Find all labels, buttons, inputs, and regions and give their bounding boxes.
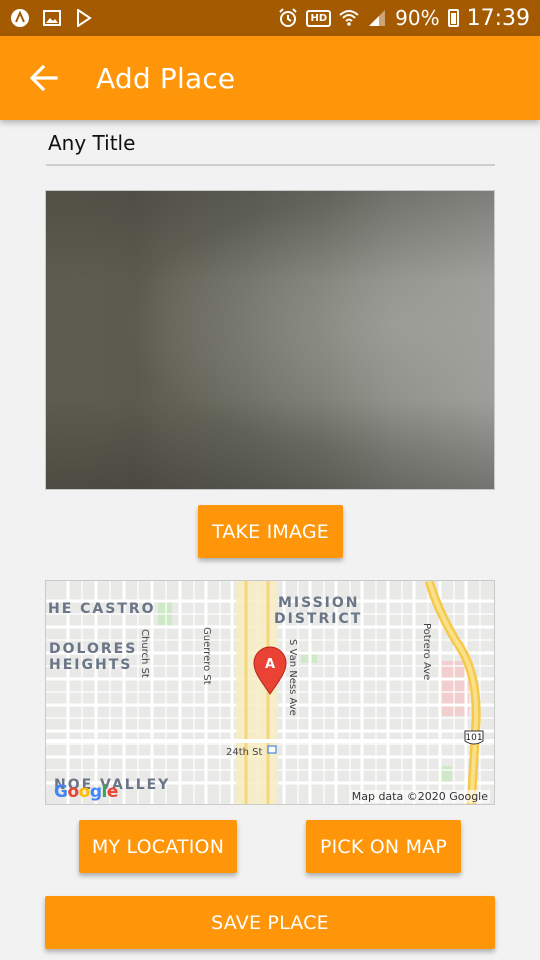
map-label-castro: HE CASTRO [48,601,156,617]
save-place-button[interactable]: SAVE PLACE [45,896,495,949]
map-label-heights: HEIGHTS [49,657,132,673]
battery-icon [447,9,459,27]
app-icon [10,8,30,28]
take-image-button[interactable]: TAKE IMAGE [198,505,343,558]
map-label-church: Church St [139,629,150,678]
map-label-potrero: Potrero Ave [421,623,432,680]
google-logo: Google [54,782,118,802]
map-label-van-ness: S Van Ness Ave [287,639,298,716]
map-label-district: DISTRICT [274,611,362,627]
highway-label: 101 [465,733,482,743]
play-store-icon [74,8,94,28]
hd-icon: HD [306,9,332,27]
signal-icon [367,8,387,28]
arrow-left-icon [30,65,58,91]
wifi-icon [339,8,359,28]
status-bar: HD 90% 17:39 [0,0,540,36]
alarm-icon [278,8,298,28]
map-label-guerrero: Guerrero St [201,627,212,685]
page-title: Add Place [96,61,236,95]
map-image: 101 HE CASTRO MISSION DISTRICT DOLORES H… [46,581,494,804]
map-label-24th: 24th St [226,747,263,758]
back-button[interactable] [12,36,76,120]
battery-percent: 90% [395,6,440,30]
pick-on-map-button[interactable]: PICK ON MAP [306,820,461,873]
map-label-dolores: DOLORES [49,641,137,657]
map-preview: 101 HE CASTRO MISSION DISTRICT DOLORES H… [45,580,495,805]
my-location-button[interactable]: MY LOCATION [79,820,237,873]
map-label-mission: MISSION [278,595,360,611]
marker-label: A [265,657,275,672]
title-input[interactable] [46,122,495,166]
map-attribution: Map data ©2020 Google [349,790,490,803]
image-preview [45,190,495,490]
app-bar: Add Place [0,36,540,120]
clock: 17:39 [466,5,530,31]
image-icon [42,8,62,28]
